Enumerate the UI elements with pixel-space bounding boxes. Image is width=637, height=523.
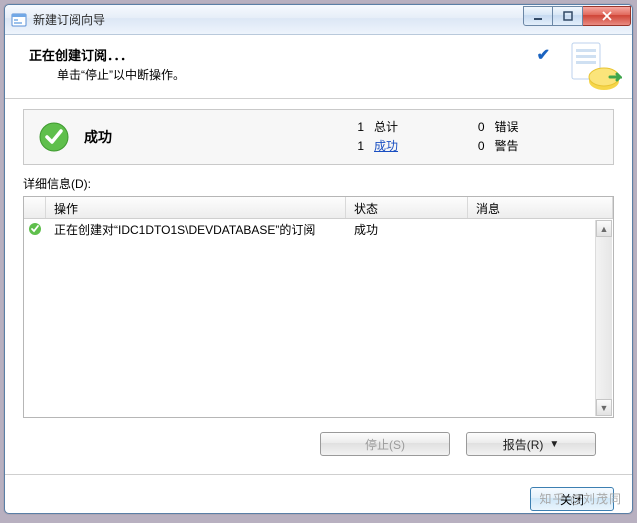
col-icon[interactable] (24, 197, 46, 218)
dialog-footer: 关闭 (5, 474, 632, 523)
stop-button[interactable]: 停止(S) (320, 432, 450, 456)
window-title: 新建订阅向导 (33, 11, 105, 28)
report-button[interactable]: 报告(R)▼ (466, 432, 596, 456)
scroll-down-icon[interactable]: ▼ (596, 399, 612, 416)
header-subtitle: 单击“停止”以中断操作。 (57, 66, 614, 83)
details-grid: 操作 状态 消息 正在创建对“IDC1DTO1S\DEVDATABASE”的订阅… (23, 196, 614, 418)
wizard-header: 正在创建订阅．．． 单击“停止”以中断操作。 ✔ (5, 35, 632, 99)
app-icon (11, 12, 27, 28)
window-buttons (523, 5, 632, 34)
chevron-down-icon: ▼ (549, 439, 559, 450)
grid-header: 操作 状态 消息 (24, 197, 613, 219)
col-message[interactable]: 消息 (468, 197, 613, 218)
scroll-up-icon[interactable]: ▲ (596, 220, 612, 237)
col-state[interactable]: 状态 (346, 197, 468, 218)
maximize-button[interactable] (553, 6, 583, 26)
row-success-icon (28, 222, 42, 236)
header-title: 正在创建订阅．．． (29, 45, 614, 64)
summary-col-right: 0错误 0警告 (469, 118, 600, 156)
row-state: 成功 (346, 221, 468, 238)
summary-status: 成功 (84, 127, 324, 147)
vertical-scrollbar[interactable]: ▲ ▼ (595, 220, 612, 416)
summary-col-left: 1总计 1成功 (338, 118, 469, 156)
grid-row[interactable]: 正在创建对“IDC1DTO1S\DEVDATABASE”的订阅 成功 (24, 219, 613, 239)
col-operation[interactable]: 操作 (46, 197, 346, 218)
titlebar: 新建订阅向导 (5, 5, 632, 35)
success-icon (38, 121, 70, 153)
summary-error-label: 错误 (495, 120, 519, 134)
checkmark-icon: ✔ (537, 45, 550, 65)
minimize-button[interactable] (523, 6, 553, 26)
summary-total-label: 总计 (374, 120, 398, 134)
dialog-window: 新建订阅向导 正在创建订阅．．． 单击“停止”以中断操作。 ✔ 成功 (4, 4, 633, 514)
header-art-icon (566, 41, 622, 93)
button-row: 停止(S) 报告(R)▼ (23, 418, 614, 462)
close-button[interactable]: 关闭 (530, 487, 614, 511)
details-label: 详细信息(D): (23, 175, 614, 192)
content-area: 成功 1总计 1成功 0错误 0警告 详细信息(D): 操作 状态 消息 (5, 99, 632, 468)
summary-success-link[interactable]: 成功 (374, 139, 398, 153)
row-operation: 正在创建对“IDC1DTO1S\DEVDATABASE”的订阅 (46, 221, 346, 238)
close-window-button[interactable] (583, 6, 631, 26)
summary-warning-label: 警告 (495, 139, 519, 153)
summary-panel: 成功 1总计 1成功 0错误 0警告 (23, 109, 614, 165)
